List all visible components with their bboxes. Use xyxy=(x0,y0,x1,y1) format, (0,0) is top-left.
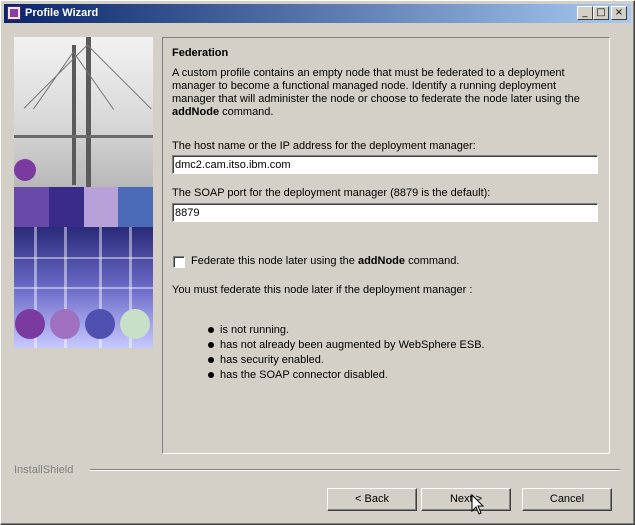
host-label: The host name or the IP address for the … xyxy=(172,140,476,152)
bullet-icon xyxy=(208,357,214,364)
federate-later-checkbox[interactable] xyxy=(173,256,185,268)
tile xyxy=(118,187,153,227)
minimize-icon: _ xyxy=(582,7,588,18)
list-item: has not already been augmented by WebSph… xyxy=(208,338,485,353)
bridge-cable xyxy=(33,51,74,110)
bridge-deck xyxy=(14,135,153,138)
back-button[interactable]: < Back xyxy=(327,488,417,511)
app-icon xyxy=(7,6,21,20)
bridge-tower xyxy=(72,45,76,185)
mouse-pointer-icon xyxy=(471,494,485,515)
list-item: is not running. xyxy=(208,323,485,338)
federate-later-prefix: Federate this node later using the xyxy=(191,255,358,267)
bridge-cable xyxy=(87,45,152,110)
bridge-cable xyxy=(23,44,88,109)
wizard-banner-image xyxy=(14,37,153,348)
blue-circle xyxy=(85,309,115,339)
cancel-button[interactable]: Cancel xyxy=(522,488,612,511)
purple-circle xyxy=(14,159,36,181)
bullet-icon xyxy=(208,342,214,349)
description-text: A custom profile contains an empty node … xyxy=(172,67,592,119)
condition-text: has not already been augmented by WebSph… xyxy=(220,339,485,351)
federate-later-suffix: command. xyxy=(405,255,460,267)
condition-text: is not running. xyxy=(220,324,290,336)
federate-note: You must federate this node later if the… xyxy=(172,284,473,296)
condition-list: is not running. has not already been aug… xyxy=(208,323,485,383)
bridge-photo xyxy=(14,37,153,187)
soap-port-input[interactable] xyxy=(172,203,598,222)
color-tiles xyxy=(14,187,153,227)
next-button[interactable]: Next > xyxy=(421,488,511,511)
description-command: addNode xyxy=(172,106,220,118)
installshield-brand: InstallShield xyxy=(14,464,78,476)
close-icon: × xyxy=(614,7,624,18)
footer-divider xyxy=(90,469,620,471)
bridge-tower xyxy=(86,37,91,187)
federate-later-label[interactable]: Federate this node later using the addNo… xyxy=(191,255,459,267)
tile xyxy=(14,187,49,227)
list-item: has security enabled. xyxy=(208,353,485,368)
purple-circle xyxy=(15,309,45,339)
page-title: Federation xyxy=(172,47,229,59)
condition-text: has security enabled. xyxy=(220,354,324,366)
maximize-icon: □ xyxy=(596,7,606,18)
stripe xyxy=(14,287,153,289)
mint-circle xyxy=(120,309,150,339)
lilac-circle xyxy=(50,309,80,339)
description-tail: command. xyxy=(219,106,274,118)
stripe xyxy=(14,257,153,259)
soap-port-label: The SOAP port for the deployment manager… xyxy=(172,187,491,199)
list-item: has the SOAP connector disabled. xyxy=(208,368,485,383)
condition-text: has the SOAP connector disabled. xyxy=(220,369,388,381)
description-body: A custom profile contains an empty node … xyxy=(172,67,580,105)
minimize-button[interactable]: _ xyxy=(577,6,593,20)
host-input[interactable] xyxy=(172,155,598,174)
title-bar[interactable]: Profile Wizard _ □ × xyxy=(4,4,631,23)
bullet-icon xyxy=(208,372,214,379)
tile xyxy=(83,187,119,227)
tile xyxy=(48,187,84,227)
bridge-cable xyxy=(73,52,115,110)
bullet-icon xyxy=(208,327,214,334)
close-button[interactable]: × xyxy=(611,6,627,20)
window-title: Profile Wizard xyxy=(25,7,99,19)
federate-later-command: addNode xyxy=(357,255,406,267)
maximize-button[interactable]: □ xyxy=(593,6,609,20)
